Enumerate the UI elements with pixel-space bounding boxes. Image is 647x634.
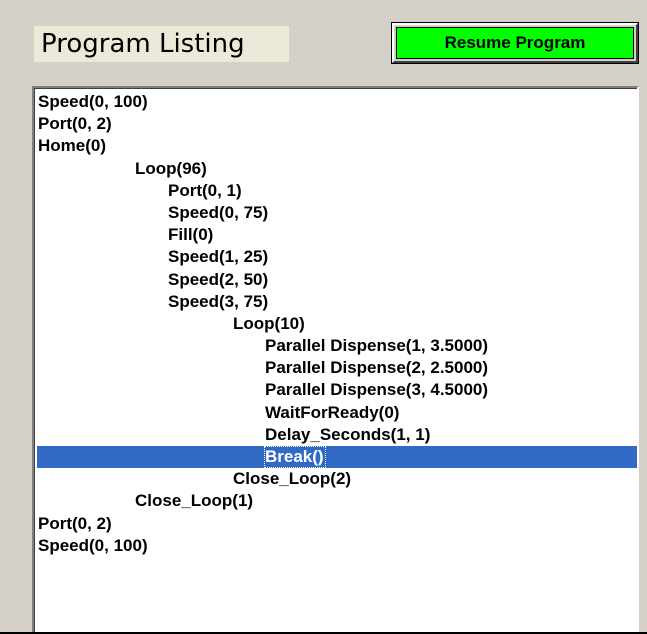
program-listing-title: Program Listing [34,26,289,62]
resume-program-button[interactable]: Resume Program [391,22,639,64]
list-item-text: Fill(0) [168,225,214,245]
list-item-selected[interactable]: Break() [37,446,637,469]
list-item-text: Delay_Seconds(1, 1) [265,424,431,444]
list-item[interactable]: Port(0, 2) [37,513,637,535]
list-item-text: Speed(0, 100) [38,92,148,111]
list-item-text: Break() [264,446,326,469]
list-item-text: Parallel Dispense(2, 2.5000) [265,358,489,378]
list-item[interactable]: Parallel Dispense(3, 4.5000) [37,379,637,401]
list-item-text: Parallel Dispense(1, 3.5000) [265,336,489,356]
list-item-text: Port(0, 1) [168,180,242,200]
list-item-text: Speed(3, 75) [168,291,269,311]
program-listing-listbox[interactable]: Speed(0, 100) Port(0, 2) Home(0) Loop(96) Po… [32,86,639,634]
list-item[interactable]: WaitForReady(0) [37,402,637,424]
list-item-text: Home(0) [38,136,107,156]
list-item-text: Speed(0, 75) [168,202,269,222]
resume-program-button-label: Resume Program [396,27,634,59]
list-item[interactable]: Speed(0, 100) [37,535,637,557]
list-item-text: Close_Loop(1) [135,491,254,511]
list-item-text: Port(0, 2) [38,513,112,533]
list-item-text: Port(0, 2) [38,114,112,134]
list-item[interactable]: Fill(0) [37,224,637,246]
list-item[interactable]: Loop(96) [37,158,637,180]
list-item[interactable]: Parallel Dispense(1, 3.5000) [37,335,637,357]
list-item-text: Close_Loop(2) [233,469,352,489]
list-item-text: Loop(96) [135,158,207,178]
list-item[interactable]: Speed(0, 100) [37,91,637,113]
list-item[interactable]: Delay_Seconds(1, 1) [37,424,637,446]
list-item[interactable]: Speed(1, 25) [37,246,637,268]
list-item[interactable]: Parallel Dispense(2, 2.5000) [37,357,637,379]
list-item[interactable]: Port(0, 2) [37,113,637,135]
list-item-text: Parallel Dispense(3, 4.5000) [265,380,489,400]
list-item[interactable]: Loop(10) [37,313,637,335]
list-item[interactable]: Port(0, 1) [37,180,637,202]
list-item-text: WaitForReady(0) [265,402,400,422]
program-lines-list: Speed(0, 100) Port(0, 2) Home(0) Loop(96) Po… [37,91,637,557]
list-item[interactable]: Close_Loop(2) [37,468,637,490]
list-item[interactable]: Home(0) [37,135,637,157]
list-item-text: Speed(1, 25) [168,247,269,267]
list-item[interactable]: Speed(2, 50) [37,269,637,291]
list-item-text: Speed(0, 100) [38,535,148,555]
list-item-text: Speed(2, 50) [168,269,269,289]
list-item-text: Loop(10) [233,313,305,333]
list-item[interactable]: Speed(3, 75) [37,291,637,313]
list-item[interactable]: Close_Loop(1) [37,490,637,512]
program-listing-panel: Program Listing Resume Program Speed(0, … [0,0,647,634]
list-item[interactable]: Speed(0, 75) [37,202,637,224]
